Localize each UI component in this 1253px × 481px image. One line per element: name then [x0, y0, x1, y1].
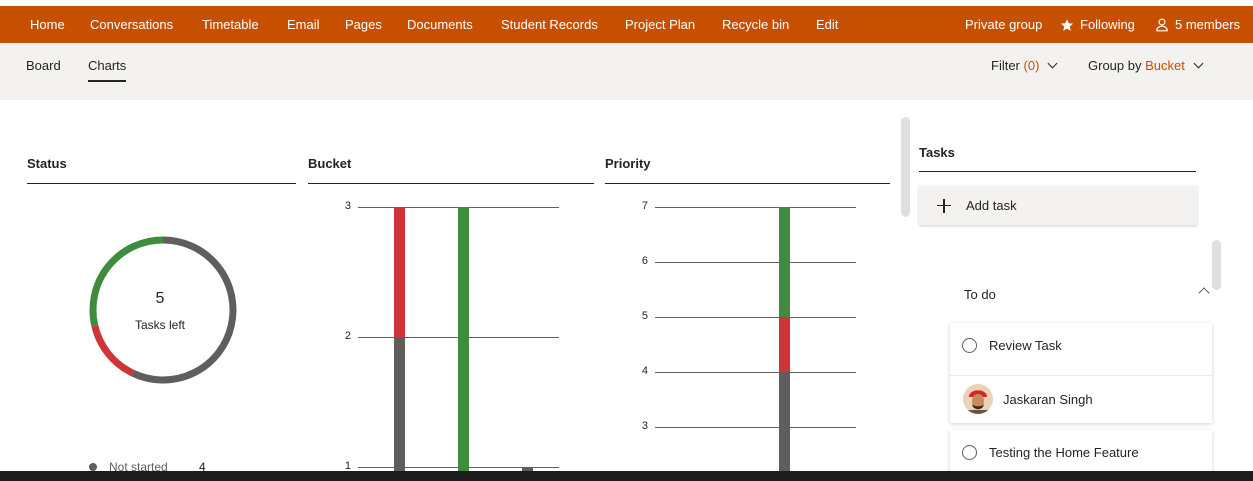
task-title: Testing the Home Feature [989, 444, 1139, 460]
priority-tick: 6 [641, 255, 648, 267]
nav-project-plan[interactable]: Project Plan [625, 17, 695, 32]
assignee-row: Jaskaran Singh [950, 376, 1212, 422]
gridline [655, 207, 856, 208]
chevron-down-icon [1193, 58, 1204, 69]
chevron-down-icon [1047, 58, 1058, 69]
plus-icon [937, 198, 951, 213]
filter-count: (0) [1023, 58, 1040, 73]
priority-bar-not-started[interactable] [779, 372, 790, 477]
gridline [655, 317, 856, 318]
members-button[interactable]: 5 members [1155, 17, 1240, 32]
tasks-left-caption: Tasks left [134, 318, 185, 332]
priority-tick: 3 [641, 420, 648, 432]
following-button[interactable]: Following [1060, 17, 1135, 32]
nav-documents[interactable]: Documents [407, 17, 473, 32]
priority-bar-completed[interactable] [779, 207, 790, 317]
task-title-row: Review Task [950, 323, 1212, 367]
bucket-tick: 3 [344, 200, 351, 212]
tab-board[interactable]: Board [26, 58, 61, 73]
gridline [655, 427, 856, 428]
legend-dot [89, 463, 97, 471]
tasks-left-count: 5 [155, 290, 165, 307]
donut-slice-not-started[interactable] [131, 236, 237, 384]
tasks-divider [919, 171, 1196, 172]
priority-tick: 7 [641, 200, 648, 212]
status-divider [27, 183, 296, 184]
priority-divider [605, 183, 890, 184]
status-title: Status [27, 156, 67, 171]
bucket-bar-late[interactable] [394, 207, 405, 337]
avatar[interactable] [963, 384, 993, 414]
donut-slice-late[interactable] [91, 324, 135, 377]
complete-checkbox[interactable] [962, 337, 977, 353]
nav-email[interactable]: Email [287, 17, 320, 32]
tab-charts[interactable]: Charts [88, 58, 127, 82]
person-icon [1156, 18, 1168, 31]
task-card[interactable]: Review Task Jaskaran Singh [950, 323, 1212, 423]
group-by-label: Group by [1088, 58, 1142, 73]
nav-timetable[interactable]: Timetable [202, 17, 259, 32]
star-icon [1060, 18, 1074, 31]
nav-edit[interactable]: Edit [816, 17, 838, 32]
priority-tick: 5 [641, 310, 648, 322]
nav-student-records[interactable]: Student Records [501, 17, 598, 32]
assignee-name: Jaskaran Singh [1003, 391, 1093, 407]
nav-home[interactable]: Home [30, 17, 65, 32]
plan-toolbar: Board Charts Filter (0) Group by Bucket [0, 43, 1253, 100]
tasks-scrollbar[interactable] [1212, 240, 1221, 290]
gridline [655, 372, 856, 373]
group-by-dropdown[interactable]: Group by Bucket [1088, 58, 1204, 73]
priority-title: Priority [605, 156, 651, 171]
add-task-button[interactable]: Add task [919, 186, 1197, 225]
bucket-title: Bucket [308, 156, 352, 171]
complete-checkbox[interactable] [962, 444, 977, 460]
filter-dropdown[interactable]: Filter (0) [991, 58, 1058, 73]
filter-label: Filter [991, 58, 1020, 73]
bucket-divider [308, 183, 594, 184]
taskbar-edge [0, 471, 1253, 481]
tasks-title: Tasks [919, 145, 955, 160]
group-nav-bar: Home Conversations Timetable Email Pages… [0, 6, 1253, 43]
bucket-bar-completed[interactable] [458, 207, 469, 477]
nav-recycle-bin[interactable]: Recycle bin [722, 17, 789, 32]
status-donut-chart [89, 236, 237, 384]
charts-scrollbar[interactable] [901, 117, 910, 217]
nav-conversations[interactable]: Conversations [90, 17, 173, 32]
bucket-name: To do [964, 287, 996, 302]
chevron-up-icon[interactable] [1198, 287, 1210, 299]
donut-slice-completed[interactable] [89, 236, 164, 327]
task-title-row: Testing the Home Feature [950, 430, 1212, 474]
privacy-label: Private group [965, 17, 1043, 32]
nav-pages[interactable]: Pages [345, 17, 382, 32]
gridline [655, 262, 856, 263]
following-label: Following [1080, 17, 1135, 32]
bucket-tick: 2 [344, 330, 351, 342]
members-label: 5 members [1175, 17, 1241, 32]
task-title: Review Task [989, 337, 1062, 353]
task-card[interactable]: Testing the Home Feature [950, 430, 1212, 475]
bucket-bar-not-started[interactable] [394, 337, 405, 477]
group-by-value: Bucket [1145, 58, 1185, 73]
priority-tick: 4 [641, 365, 648, 377]
add-task-label: Add task [966, 198, 1017, 213]
priority-bar-late[interactable] [779, 317, 790, 372]
